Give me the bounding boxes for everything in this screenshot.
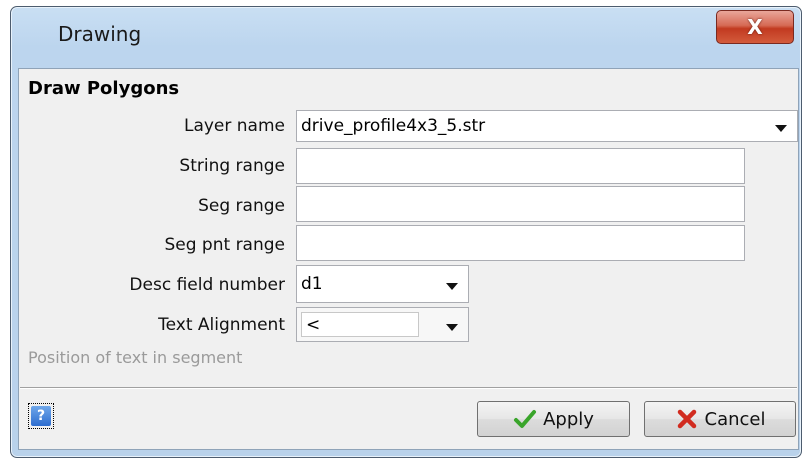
hint-text: Position of text in segment	[28, 348, 243, 367]
chevron-down-icon	[446, 283, 458, 290]
string-range-input[interactable]	[296, 148, 745, 184]
seg-range-input[interactable]	[296, 186, 745, 222]
check-icon	[513, 407, 537, 431]
close-button[interactable]: X	[716, 10, 794, 44]
text-alignment-value: <	[301, 312, 419, 337]
help-icon: ?	[31, 406, 51, 426]
cancel-label: Cancel	[704, 408, 766, 430]
x-icon	[675, 407, 699, 431]
desc-field-number-value: d1	[301, 274, 323, 294]
group-title: Draw Polygons	[28, 78, 180, 99]
desc-field-number-dropdown[interactable]: d1	[296, 265, 469, 303]
close-icon: X	[747, 15, 763, 39]
layer-name-dropdown[interactable]: drive_profile4x3_5.str	[296, 110, 798, 142]
text-alignment-dropdown[interactable]: <	[296, 307, 469, 342]
string-range-label: String range	[179, 156, 285, 176]
cancel-button[interactable]: Cancel	[644, 401, 796, 437]
apply-label: Apply	[543, 408, 594, 430]
seg-pnt-range-input[interactable]	[296, 225, 745, 261]
apply-button[interactable]: Apply	[477, 401, 630, 437]
seg-pnt-range-label: Seg pnt range	[164, 235, 285, 255]
text-alignment-label: Text Alignment	[158, 315, 285, 335]
desc-field-number-label: Desc field number	[129, 275, 285, 295]
help-button[interactable]: ?	[28, 403, 54, 429]
layer-name-value: drive_profile4x3_5.str	[301, 116, 486, 136]
chevron-down-icon	[446, 323, 458, 331]
divider	[20, 387, 797, 388]
window-title: Drawing	[58, 22, 142, 46]
layer-name-label: Layer name	[183, 116, 285, 136]
seg-range-label: Seg range	[198, 196, 285, 216]
chevron-down-icon	[775, 125, 787, 132]
